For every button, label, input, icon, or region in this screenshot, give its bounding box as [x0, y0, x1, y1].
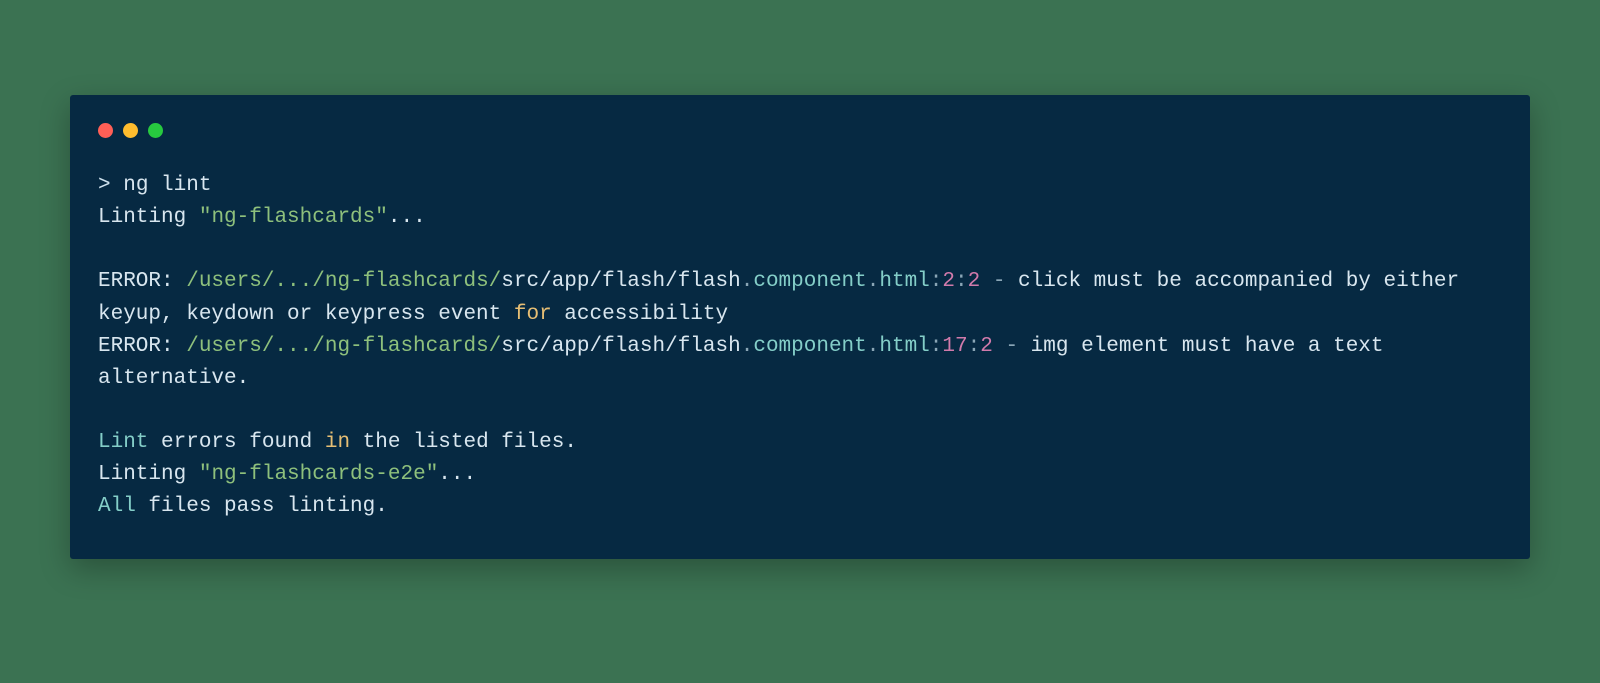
path-ext: html [879, 270, 929, 293]
dash: - [993, 335, 1031, 358]
summary-text: errors found [148, 431, 324, 454]
loc-colon: : [930, 335, 943, 358]
command-text: ng lint [123, 174, 211, 197]
loc-colon: : [968, 335, 981, 358]
stage: > ng lint Linting "ng-flashcards"... ERR… [0, 0, 1600, 683]
ellipsis: ... [388, 206, 426, 229]
keyword-in: in [325, 431, 350, 454]
ellipsis: ... [438, 463, 476, 486]
dot: . [741, 270, 754, 293]
prompt-symbol: > [98, 174, 111, 197]
terminal-output: > ng lint Linting "ng-flashcards"... ERR… [98, 170, 1502, 523]
keyword-for: for [514, 303, 552, 326]
error-path-root: /users/.../ng-flashcards/ [186, 335, 501, 358]
loc-line: 17 [942, 335, 967, 358]
close-icon[interactable] [98, 123, 113, 138]
project-name: ng-flashcards-e2e [211, 463, 425, 486]
loc-colon: : [955, 270, 968, 293]
error-path-rel: src/app/flash/flash [501, 270, 740, 293]
pass-word: All [98, 495, 136, 518]
terminal-window: > ng lint Linting "ng-flashcards"... ERR… [70, 95, 1530, 559]
path-ext: html [879, 335, 929, 358]
summary-text: the listed files. [350, 431, 577, 454]
project-name: ng-flashcards [211, 206, 375, 229]
dot: . [741, 335, 754, 358]
loc-col: 2 [968, 270, 981, 293]
loc-col: 2 [980, 335, 993, 358]
linting-label: Linting [98, 206, 199, 229]
linting-label: Linting [98, 463, 199, 486]
pass-text: files pass linting. [136, 495, 388, 518]
quote-close: " [426, 463, 439, 486]
dot: . [867, 270, 880, 293]
path-component: component [753, 270, 866, 293]
loc-colon: : [930, 270, 943, 293]
dash: - [980, 270, 1018, 293]
minimize-icon[interactable] [123, 123, 138, 138]
error-label: ERROR: [98, 270, 186, 293]
error-path-root: /users/.../ng-flashcards/ [186, 270, 501, 293]
path-component: component [753, 335, 866, 358]
window-controls [98, 123, 1502, 138]
error-path-rel: src/app/flash/flash [501, 335, 740, 358]
quote-close: " [375, 206, 388, 229]
summary-word: Lint [98, 431, 148, 454]
loc-line: 2 [942, 270, 955, 293]
dot: . [867, 335, 880, 358]
error-message-part: accessibility [552, 303, 728, 326]
zoom-icon[interactable] [148, 123, 163, 138]
quote-open: " [199, 206, 212, 229]
quote-open: " [199, 463, 212, 486]
error-label: ERROR: [98, 335, 186, 358]
